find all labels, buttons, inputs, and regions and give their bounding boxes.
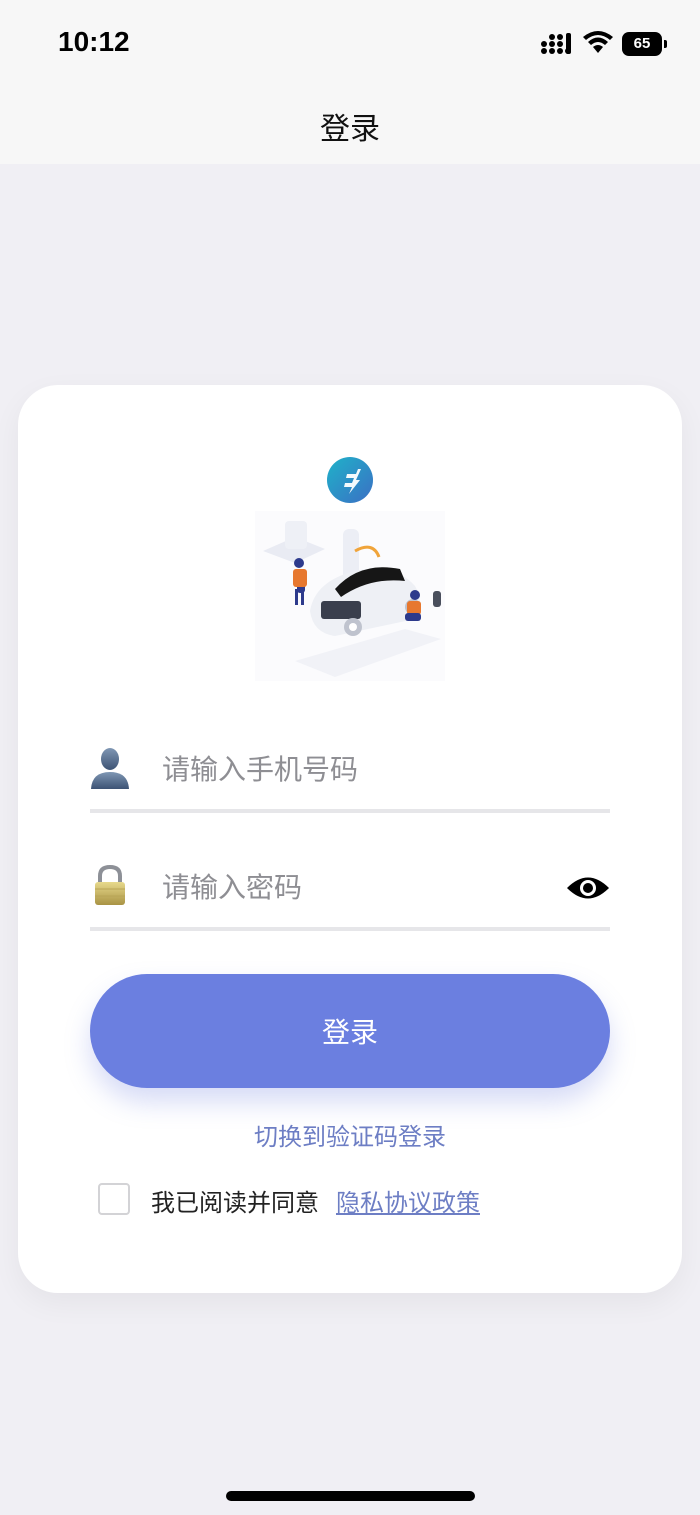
agree-checkbox[interactable] [98, 1183, 130, 1215]
eye-icon[interactable] [566, 873, 610, 903]
password-field [90, 851, 610, 931]
brand-logo [327, 457, 373, 503]
switch-to-code-login-link[interactable]: 切换到验证码登录 [18, 1117, 682, 1152]
signal-icon [541, 33, 571, 54]
privacy-policy-link[interactable]: 隐私协议政策 [336, 1183, 480, 1218]
car-repair-illustration [255, 511, 445, 681]
battery-tip [664, 40, 667, 48]
battery-icon: 65 [622, 32, 668, 56]
login-button[interactable]: 登录 [90, 974, 610, 1088]
lock-icon [95, 864, 125, 905]
phone-field [90, 733, 610, 813]
nav-bar: 登录 [0, 90, 700, 164]
status-time: 10:12 [58, 26, 130, 57]
login-screen: 10:12 65 登录 请输入手机号码 登录 切换到验证码登录 我已阅读并同意 … [0, 0, 700, 1515]
agreement-row: 我已阅读并同意 隐私协议政策 [98, 1183, 618, 1217]
user-icon [91, 748, 129, 789]
status-bar: 10:12 65 [0, 0, 700, 90]
wifi-icon [583, 31, 613, 53]
password-input[interactable] [160, 861, 544, 913]
agree-text: 我已阅读并同意 [151, 1189, 319, 1217]
battery-level: 65 [622, 32, 662, 56]
login-card: 登录 切换到验证码登录 我已阅读并同意 隐私协议政策 [18, 385, 682, 1293]
page-title: 登录 [320, 112, 380, 147]
phone-input[interactable] [160, 743, 544, 795]
home-indicator [226, 1491, 475, 1501]
